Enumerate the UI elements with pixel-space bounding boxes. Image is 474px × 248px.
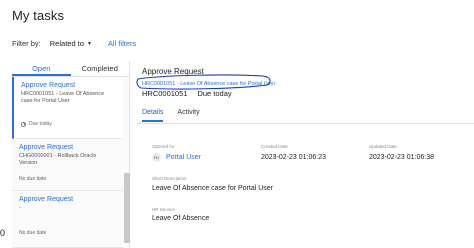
related-to-label: Related to <box>49 39 84 48</box>
opened-for-value[interactable]: Portal User <box>166 154 201 161</box>
tab-open[interactable]: Open <box>12 61 71 76</box>
updated-date-label: Updated Date <box>369 144 397 149</box>
short-description-label: Short Description <box>152 176 187 181</box>
task-description: CHG0000001 - Rollback Oracle Version <box>19 153 97 166</box>
task-tabs: Open Completed <box>12 61 129 77</box>
hr-service-label: HR Service <box>152 207 175 212</box>
task-list: Approve Request HRC0001051 - Leave Of Ab… <box>12 77 129 248</box>
page-title: My tasks <box>12 8 65 23</box>
record-link[interactable]: HRC0001051 - Leave Of Absence case for P… <box>142 81 275 87</box>
tabs-divider <box>137 123 474 124</box>
task-card[interactable]: Approve Request CHG0000001 - Rollback Or… <box>12 139 123 191</box>
clock-icon <box>21 121 26 127</box>
task-description: - <box>19 205 21 211</box>
tab-details[interactable]: Details <box>142 109 164 122</box>
task-list-panel: Open Completed Approve Request HRC000105… <box>12 61 130 248</box>
filter-bar: Filter by: Related to ▼ All filters <box>12 39 136 48</box>
detail-title: Approve Request <box>142 67 204 76</box>
created-date-value: 2023-02-23 01:06:23 <box>261 154 326 161</box>
avatar: PU <box>152 153 161 162</box>
record-due: Due today <box>197 89 232 98</box>
task-detail-panel: Approve Request HRC0001051 - Leave Of Ab… <box>136 61 474 248</box>
task-title: Approve Request <box>19 196 74 203</box>
task-due-label: Due today <box>29 121 52 127</box>
created-date-label: Created Date <box>261 144 288 149</box>
task-title: Approve Request <box>19 144 74 151</box>
tab-completed[interactable]: Completed <box>71 61 130 76</box>
task-due-label: No due date <box>19 176 47 182</box>
task-card[interactable]: Approve Request - No due date <box>12 191 123 248</box>
updated-date-value: 2023-02-23 01:06:38 <box>369 154 434 161</box>
short-description-value: Leave Of Absence case for Portal User <box>152 185 274 192</box>
edge-glyph: 0 <box>0 228 6 238</box>
task-due-label: No due date <box>19 230 47 236</box>
task-description: HRC0001051 - Leave Of Absence case for P… <box>21 91 105 104</box>
task-card[interactable]: Approve Request HRC0001051 - Leave Of Ab… <box>12 77 123 139</box>
task-due: No due date <box>19 176 46 182</box>
chevron-down-icon: ▼ <box>86 40 92 47</box>
task-due: Due today <box>21 121 52 127</box>
all-filters-link[interactable]: All filters <box>108 39 136 48</box>
tab-activity[interactable]: Activity <box>177 109 199 122</box>
hr-service-value: Leave Of Absence <box>152 215 210 222</box>
task-title: Approve Request <box>21 82 76 89</box>
task-due: No due date <box>19 230 46 236</box>
record-number: HRC0001051 <box>142 89 188 98</box>
opened-for-label: Opened for <box>152 144 175 149</box>
filter-label: Filter by: <box>12 39 41 48</box>
record-summary: HRC0001051 Due today <box>142 89 232 98</box>
detail-tabs: Details Activity <box>142 109 200 122</box>
related-to-dropdown[interactable]: Related to ▼ <box>50 39 92 48</box>
task-list-scrollbar[interactable] <box>124 173 130 243</box>
